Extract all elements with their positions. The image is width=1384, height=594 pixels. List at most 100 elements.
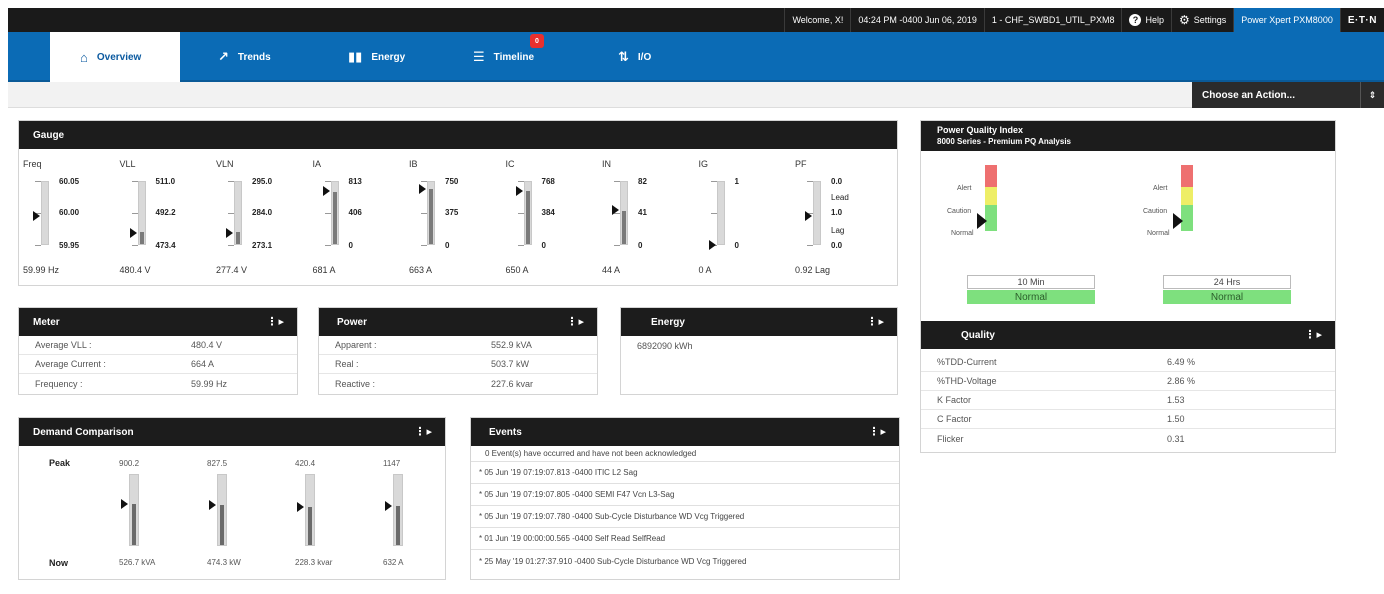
gauge-mid: 492.2	[155, 208, 176, 217]
welcome-text: Welcome, X!	[784, 8, 850, 32]
event-item[interactable]: * 05 Jun '19 07:19:07.805 -0400 SEMI F47…	[471, 484, 899, 506]
datetime-text: 04:24 PM -0400 Jun 06, 2019	[850, 8, 984, 32]
select-arrows-icon: ⇕	[1360, 82, 1384, 108]
pq-pointer-icon	[977, 213, 987, 229]
gauge-title: IG	[698, 159, 709, 169]
row-value: 59.99 Hz	[191, 378, 228, 389]
timeline-badge: 0	[530, 34, 544, 48]
settings-link[interactable]: ⚙ Settings	[1170, 8, 1233, 32]
gauge-tick-line	[421, 245, 427, 246]
event-item[interactable]: * 25 May '19 01:27:37.910 -0400 Sub-Cycl…	[471, 550, 899, 572]
demand-pointer-icon	[385, 501, 392, 512]
device-name[interactable]: 1 - CHF_SWBD1_UTIL_PXM8	[983, 8, 1122, 32]
pq-caution-segment	[1181, 187, 1193, 205]
gauge-tick-line	[517, 213, 524, 214]
pq-alert-label: Alert	[1153, 185, 1168, 192]
tab-trends[interactable]: ↗ Trends	[208, 32, 318, 82]
gauge-min: 273.1	[252, 241, 273, 250]
gear-icon: ⚙	[1178, 13, 1190, 27]
demand-peak: 827.5	[207, 459, 228, 468]
gauge-tick-line	[421, 213, 427, 214]
gauge-tick-line	[131, 245, 138, 246]
gauge-min: 0	[734, 241, 739, 250]
action-select[interactable]: Choose an Action... ⇕	[1192, 82, 1384, 108]
more-icon[interactable]: ⋮▸	[1304, 328, 1323, 341]
gauge-title: PF	[795, 159, 807, 169]
tab-label: Timeline	[493, 51, 535, 63]
gauge-title: IB	[409, 159, 418, 169]
row-label: Apparent :	[335, 340, 377, 350]
events-panel: Events ⋮▸ 0 Event(s) have occurred and ha…	[470, 417, 900, 580]
more-icon[interactable]: ⋮▸	[868, 425, 887, 438]
peak-label: Peak	[49, 458, 71, 468]
row-label: Real :	[335, 359, 359, 369]
product-name: Power Xpert PXM8000	[1233, 8, 1340, 32]
tab-io[interactable]: ⇅ I/O	[608, 32, 698, 82]
pq-alert-label: Alert	[957, 185, 972, 192]
row-value: 2.86 %	[1167, 376, 1196, 386]
event-item[interactable]: * 01 Jun '19 00:00:00.565 -0400 Self Rea…	[471, 528, 899, 550]
row-value: 552.9 kVA	[491, 340, 532, 350]
event-item[interactable]: * 05 Jun '19 07:19:07.780 -0400 Sub-Cycl…	[471, 506, 899, 528]
now-label: Now	[49, 558, 68, 568]
gauge-min: 0	[348, 241, 353, 250]
more-icon[interactable]: ⋮▸	[414, 425, 433, 438]
gauge-min: 59.95	[59, 241, 80, 250]
row-value: 1.53	[1167, 395, 1185, 405]
gauge-min: 0	[445, 241, 450, 250]
tab-overview[interactable]: ⌂ Overview	[50, 32, 180, 82]
gauge-max: 768	[541, 177, 555, 186]
gauge-bar	[330, 181, 339, 245]
gauge-max: 750	[445, 177, 459, 186]
demand-peak: 1147	[383, 459, 401, 468]
top-bar: Welcome, X! 04:24 PM -0400 Jun 06, 2019 …	[0, 0, 1384, 33]
meter-row: Average VLL : 480.4 V	[19, 336, 297, 355]
help-label: Help	[1145, 15, 1164, 25]
gauge-tick-line	[324, 213, 331, 214]
gauge-max: 1	[734, 177, 739, 186]
settings-label: Settings	[1193, 15, 1227, 25]
event-item[interactable]: * 05 Jun '19 07:19:07.813 -0400 ITIC L2 …	[471, 462, 899, 484]
meter-row: Frequency : 59.99 Hz	[19, 374, 297, 393]
demand-pointer-icon	[121, 499, 128, 510]
gauge-max: 813	[348, 177, 362, 186]
panel-title: Meter	[33, 316, 60, 328]
gauge-tick-line	[324, 181, 331, 182]
gauge-tick-line	[228, 213, 234, 214]
gauge-mid: 406	[348, 208, 362, 217]
gauge-tick-line	[710, 181, 717, 182]
gauge-max: 511.0	[155, 177, 176, 186]
tab-energy[interactable]: ▮▮ Energy	[338, 32, 448, 82]
more-icon[interactable]: ⋮▸	[266, 315, 285, 328]
more-icon[interactable]: ⋮▸	[866, 315, 885, 328]
gauge-min: 0.0	[831, 241, 843, 250]
gauge-fill	[525, 191, 530, 244]
demand-bar	[393, 474, 403, 546]
gauge-tick-line	[324, 245, 331, 246]
more-icon[interactable]: ⋮▸	[566, 315, 585, 328]
row-label: Average VLL :	[35, 340, 92, 350]
row-label: Average Current :	[35, 359, 106, 369]
gauge-tick-line	[517, 181, 524, 182]
gauge-value: 650 A	[505, 265, 529, 275]
row-value: 664 A	[191, 359, 215, 369]
gauge-min: 0	[541, 241, 546, 250]
gauge-tick-line	[228, 181, 234, 182]
gauge-min: 0	[638, 241, 643, 250]
power-row: Reactive : 227.6 kvar	[319, 374, 597, 393]
gauge-pointer-icon	[708, 240, 716, 250]
demand-pointer-icon	[209, 499, 216, 510]
gauge-panel: Gauge Freq 60.05 60.00 59.95 59.99 Hz VLL 511.…	[18, 120, 898, 286]
energy-panel: Energy ⋮▸ 6892090 kWh	[620, 307, 898, 395]
gauge-mid: 284.0	[252, 208, 273, 217]
tab-timeline[interactable]: ☰ Timeline 0	[463, 32, 583, 82]
help-link[interactable]: ? Help	[1121, 8, 1171, 32]
panel-title: Quality	[961, 329, 995, 341]
demand-fill	[396, 506, 400, 545]
quality-row: %THD-Voltage 2.86 %	[921, 372, 1335, 391]
gauge-max: 82	[638, 177, 647, 186]
gauge-header: Gauge	[19, 121, 897, 149]
action-select-label: Choose an Action...	[1202, 89, 1295, 101]
gauge-vln: VLN 295.0 284.0 273.1 277.4 V	[216, 159, 320, 287]
gauge-bar	[427, 181, 435, 245]
